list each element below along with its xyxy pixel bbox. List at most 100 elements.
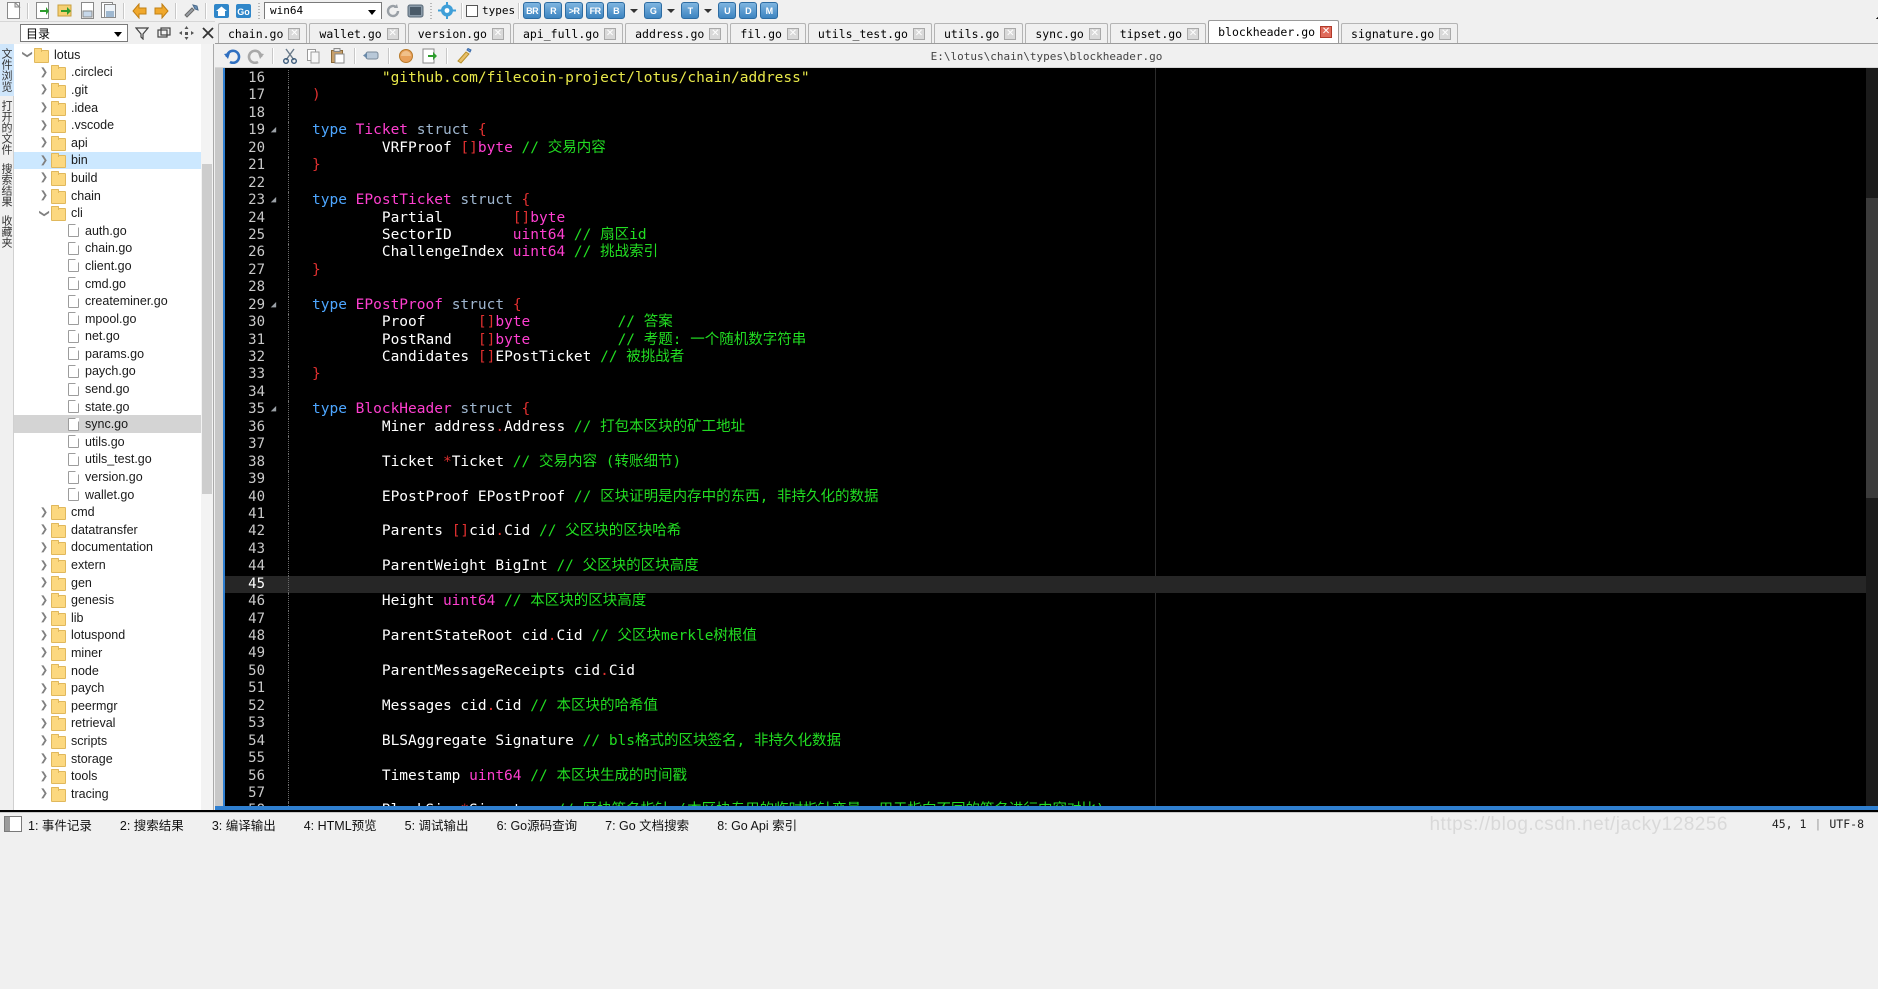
tree-folder-item[interactable]: ❯ lotus <box>14 46 201 64</box>
editor-tab[interactable]: tipset.go ✕ <box>1109 23 1207 43</box>
fold-toggle-icon[interactable]: ◢ <box>269 192 278 209</box>
close-icon[interactable]: ✕ <box>1439 27 1452 40</box>
types-checkbox[interactable] <box>466 4 478 17</box>
tool-window-button[interactable]: 3: 编译输出 <box>212 815 276 834</box>
close-icon[interactable]: ✕ <box>1187 27 1200 40</box>
tool-window-button[interactable]: 7: Go 文档搜索 <box>605 815 689 834</box>
open-project-icon[interactable] <box>32 1 54 21</box>
code-line[interactable]: 31 PostRand []byte // 考题: 一个随机数字符串 <box>225 331 1866 349</box>
tree-folder-item[interactable]: ❯ gen <box>14 574 201 592</box>
chevron-right-icon[interactable]: ❯ <box>37 542 51 553</box>
code-editor[interactable]: 16 "github.com/filecoin-project/lotus/ch… <box>215 68 1878 810</box>
test-dropdown-icon[interactable] <box>704 8 713 13</box>
tree-folder-item[interactable]: ❯ .git <box>14 81 201 99</box>
code-line[interactable]: 49 <box>225 645 1866 663</box>
chevron-right-icon[interactable]: ❯ <box>37 67 51 78</box>
copy-icon[interactable] <box>303 46 325 66</box>
go-tools-dropdown-icon[interactable] <box>667 8 676 13</box>
run-button[interactable]: R <box>544 2 563 19</box>
code-line[interactable]: 32 Candidates []EPostTicket // 被挑战者 <box>225 349 1866 367</box>
code-line[interactable]: 22 <box>225 174 1866 193</box>
rail-tab-open-files[interactable]: 打开的文件 <box>0 96 14 159</box>
file-tree[interactable]: ❯ lotus ❯ .circleci ❯ .git ❯ .idea ❯ .vscode ❯ api ❯… <box>14 44 214 810</box>
code-line[interactable]: 54 BLSAggregate Signature // bls格式的区块签名,… <box>225 732 1866 751</box>
close-icon[interactable]: ✕ <box>1320 26 1333 38</box>
code-line[interactable]: 48 ParentStateRoot cid.Cid // 父区块merkle树… <box>225 628 1866 646</box>
chevron-right-icon[interactable]: ❯ <box>37 155 51 166</box>
file-tree-scrollbar[interactable] <box>201 44 213 810</box>
tree-folder-item[interactable]: ❯ .vscode <box>14 116 201 134</box>
tree-file-item[interactable]: net.go <box>14 328 201 346</box>
build-run-button[interactable]: BR <box>523 2 542 19</box>
open-folder-icon[interactable] <box>54 1 76 21</box>
chevron-down-icon[interactable]: ❯ <box>22 48 33 62</box>
tree-folder-item[interactable]: ❯ node <box>14 662 201 680</box>
tree-folder-item[interactable]: ❯ lotuspond <box>14 627 201 645</box>
chevron-right-icon[interactable]: ❯ <box>37 753 51 764</box>
tree-file-item[interactable]: paych.go <box>14 363 201 381</box>
refresh-icon[interactable] <box>382 1 404 21</box>
update-button[interactable]: U <box>718 2 1878 21</box>
tree-file-item[interactable]: chain.go <box>14 240 201 258</box>
chevron-right-icon[interactable]: ❯ <box>37 507 51 518</box>
chevron-right-icon[interactable]: ❯ <box>37 647 51 658</box>
tool-window-toggle-icon[interactable] <box>4 816 22 832</box>
code-line[interactable]: 34 <box>225 383 1866 402</box>
code-line[interactable]: 30 Proof []byte // 答案 <box>225 314 1866 332</box>
code-lines[interactable]: 16 "github.com/filecoin-project/lotus/ch… <box>225 68 1866 810</box>
code-line[interactable]: 27} <box>225 261 1866 280</box>
chevron-right-icon[interactable]: ❯ <box>37 735 51 746</box>
editor-tab[interactable]: fil.go ✕ <box>730 23 806 43</box>
close-icon[interactable]: ✕ <box>709 27 722 40</box>
chevron-right-icon[interactable]: ❯ <box>37 788 51 799</box>
tree-file-item[interactable]: client.go <box>14 257 201 275</box>
fold-toggle-icon[interactable]: ◢ <box>269 122 278 139</box>
rail-tab-search-results[interactable]: 搜索结果 <box>0 159 14 211</box>
code-line[interactable]: 42 Parents []cid.Cid // 父区块的区块哈希 <box>225 523 1866 541</box>
tree-folder-item[interactable]: ❯ miner <box>14 644 201 662</box>
chevron-right-icon[interactable]: ❯ <box>37 771 51 782</box>
tree-folder-item[interactable]: ❯ extern <box>14 556 201 574</box>
bookmark-icon[interactable] <box>395 46 417 66</box>
chevron-right-icon[interactable]: ❯ <box>37 524 51 535</box>
editor-tab[interactable]: sync.go ✕ <box>1025 23 1108 43</box>
settings-icon[interactable] <box>436 1 458 21</box>
editor-tab[interactable]: signature.go ✕ <box>1341 23 1459 43</box>
close-icon[interactable]: ✕ <box>288 27 301 40</box>
fast-run-button[interactable]: FR <box>586 2 605 19</box>
chevron-right-icon[interactable]: ❯ <box>37 102 51 113</box>
chevron-right-icon[interactable]: ❯ <box>37 683 51 694</box>
editor-tab[interactable]: utils_test.go ✕ <box>807 23 932 43</box>
undo-icon[interactable] <box>221 46 243 66</box>
tool-window-button[interactable]: 6: Go源码查询 <box>497 815 578 834</box>
go-tools-button[interactable]: G <box>644 2 663 19</box>
editor-tab[interactable]: version.go ✕ <box>407 23 511 43</box>
tool-window-button[interactable]: 4: HTML预览 <box>304 815 377 834</box>
code-line[interactable]: 40 EPostProof EPostProof // 区块证明是内存中的东西,… <box>225 488 1866 506</box>
code-line[interactable]: 36 Miner address.Address // 打包本区块的矿工地址 <box>225 418 1866 437</box>
tree-folder-item[interactable]: ❯ .circleci <box>14 64 201 82</box>
code-line[interactable]: 45 <box>225 575 1866 594</box>
tree-file-item[interactable]: auth.go <box>14 222 201 240</box>
chevron-right-icon[interactable]: ❯ <box>37 190 51 201</box>
editor-tab[interactable]: api_full.go ✕ <box>512 23 624 43</box>
build-button[interactable]: B <box>607 2 626 19</box>
code-line[interactable]: 56 Timestamp uint64 // 本区块生成的时间戳 <box>225 767 1866 785</box>
fold-toggle-icon[interactable]: ◢ <box>269 297 278 314</box>
chevron-right-icon[interactable]: ❯ <box>37 718 51 729</box>
code-line[interactable]: 39 <box>225 471 1866 489</box>
tree-file-item[interactable]: createminer.go <box>14 292 201 310</box>
terminal-icon[interactable] <box>404 1 426 21</box>
code-line[interactable]: 44 ParentWeight BigInt // 父区块的区块高度 <box>225 558 1866 576</box>
chevron-right-icon[interactable]: ❯ <box>37 577 51 588</box>
tree-folder-item[interactable]: ❯ chain <box>14 187 201 205</box>
chevron-right-icon[interactable]: ❯ <box>37 84 51 95</box>
code-line[interactable]: 37 <box>225 436 1866 454</box>
chevron-right-icon[interactable]: ❯ <box>37 560 51 571</box>
tree-folder-item[interactable]: ❯ api <box>14 134 201 152</box>
tree-folder-item[interactable]: ❯ tracing <box>14 785 201 803</box>
run-console-button[interactable]: >R <box>565 2 584 19</box>
tool-window-button[interactable]: 8: Go Api 索引 <box>717 815 797 834</box>
tools-icon[interactable] <box>180 1 202 21</box>
build-dropdown-icon[interactable] <box>630 8 639 13</box>
